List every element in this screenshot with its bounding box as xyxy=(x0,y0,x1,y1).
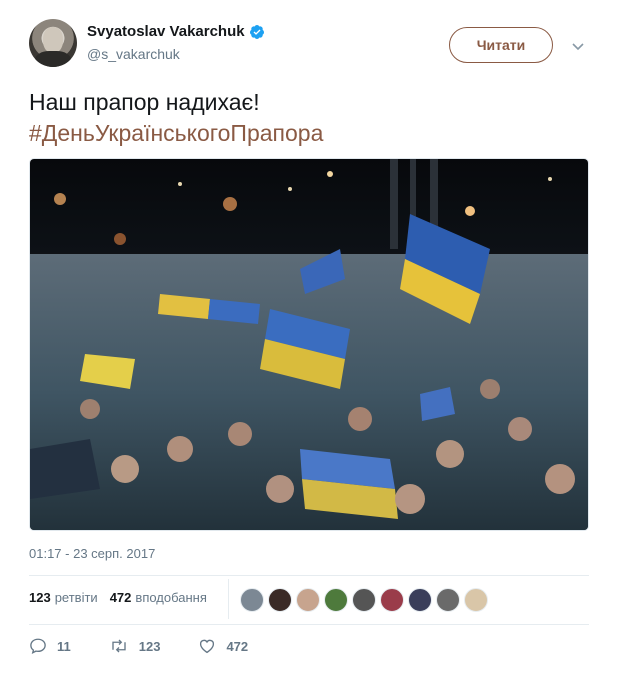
liker-avatar[interactable] xyxy=(436,588,460,612)
author-name-row: Svyatoslav Vakarchuk xyxy=(87,23,265,40)
verified-badge-icon xyxy=(249,24,264,39)
likes-stat[interactable]: 472 вподобання xyxy=(110,590,207,605)
author-name[interactable]: Svyatoslav Vakarchuk xyxy=(87,23,245,40)
retweet-count: 123 xyxy=(138,638,161,654)
liker-avatar[interactable] xyxy=(296,588,320,612)
actions-top-divider xyxy=(29,624,589,625)
tweet-text: Наш прапор надихає! #ДеньУкраїнськогоПра… xyxy=(29,87,589,149)
retweet-icon xyxy=(112,639,126,653)
likers-avatars xyxy=(240,588,492,612)
tweet-photo[interactable] xyxy=(29,158,589,531)
tweet-actions: 11 123 472 xyxy=(29,637,286,655)
avatar-body xyxy=(35,51,71,67)
liker-avatar[interactable] xyxy=(408,588,432,612)
tweet-timestamp[interactable]: 01:17 - 23 серп. 2017 xyxy=(29,546,155,561)
stats-separator xyxy=(228,579,229,619)
avatar-face xyxy=(43,27,63,53)
stats-top-divider xyxy=(29,575,589,576)
retweets-label: ретвіти xyxy=(54,590,98,605)
follow-button[interactable]: Читати xyxy=(449,27,553,63)
retweets-stat[interactable]: 123 ретвіти xyxy=(29,590,98,605)
liker-avatar[interactable] xyxy=(240,588,264,612)
liker-avatar[interactable] xyxy=(268,588,292,612)
hashtag-link[interactable]: #ДеньУкраїнськогоПрапора xyxy=(29,118,589,149)
reply-icon xyxy=(30,638,46,655)
author-avatar[interactable] xyxy=(29,19,77,67)
retweet-action[interactable]: 123 xyxy=(109,637,161,655)
like-count: 472 xyxy=(226,638,249,654)
retweets-count: 123 xyxy=(29,590,51,605)
like-action[interactable]: 472 xyxy=(198,637,248,655)
concert-crowd-image xyxy=(30,159,588,530)
liker-avatar[interactable] xyxy=(380,588,404,612)
liker-avatar[interactable] xyxy=(324,588,348,612)
reply-count: 11 xyxy=(57,638,71,654)
reply-action[interactable]: 11 xyxy=(29,637,71,655)
engagement-stats: 123 ретвіти 472 вподобання xyxy=(29,590,219,605)
heart-icon xyxy=(200,639,215,654)
likes-label: вподобання xyxy=(135,590,207,605)
chevron-down-icon[interactable] xyxy=(570,38,586,54)
author-handle[interactable]: @s_vakarchuk xyxy=(87,46,180,62)
liker-avatar[interactable] xyxy=(352,588,376,612)
liker-avatar[interactable] xyxy=(464,588,488,612)
likes-count: 472 xyxy=(109,590,132,605)
tweet-body: Наш прапор надихає! xyxy=(29,89,260,115)
